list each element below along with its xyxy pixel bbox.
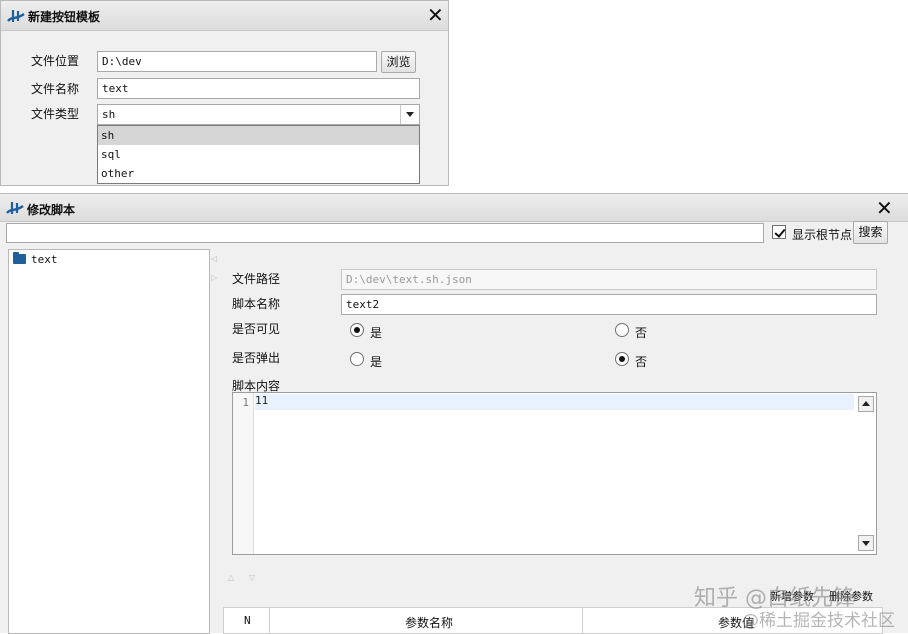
move-down-icon[interactable]: ▽	[249, 573, 255, 582]
type-option-other[interactable]: other	[98, 164, 419, 183]
col-n-header: N	[244, 614, 251, 627]
popup-no-radio[interactable]	[615, 352, 629, 366]
type-dropdown-list: sh sql other	[97, 125, 420, 184]
column-divider	[582, 608, 583, 633]
type-option-sh[interactable]: sh	[98, 126, 419, 145]
popup-no-label: 否	[635, 355, 648, 369]
script-name-input[interactable]: text2	[341, 294, 877, 315]
name-label: 文件名称	[31, 82, 80, 96]
edit-script-dialog: 修改脚本 ✕ 显示根节点 搜索 text ◁ ▷ 文件路径 D:\dev\tex…	[0, 193, 908, 634]
popup-yes-label: 是	[370, 355, 383, 369]
path-input: D:\dev\text.sh.json	[341, 269, 877, 290]
visible-yes-radio[interactable]	[350, 323, 364, 337]
col-param-name-header: 参数名称	[405, 616, 454, 630]
name-input[interactable]: text	[97, 78, 420, 99]
type-select[interactable]: sh	[97, 104, 420, 125]
editor-gutter: 1	[233, 393, 254, 554]
visible-no-label: 否	[635, 326, 648, 340]
watermark-juejin: @稀土掘金技术社区	[742, 611, 895, 631]
app-logo-icon	[7, 10, 25, 22]
visible-label: 是否可见	[232, 322, 281, 336]
app-logo-icon	[6, 202, 24, 214]
type-label: 文件类型	[31, 107, 80, 121]
dialog-titlebar: 修改脚本 ✕	[0, 194, 908, 222]
tree-search-input[interactable]	[6, 223, 764, 243]
popup-label: 是否弹出	[232, 351, 281, 365]
close-icon[interactable]: ✕	[427, 3, 444, 27]
chevron-down-icon[interactable]	[400, 105, 419, 124]
script-name-label: 脚本名称	[232, 297, 281, 311]
code-line[interactable]: 11	[255, 394, 854, 410]
scroll-down-icon[interactable]	[858, 535, 874, 551]
location-label: 文件位置	[31, 54, 80, 68]
script-tree: text	[8, 249, 210, 634]
folder-icon	[13, 252, 26, 264]
line-number: 1	[242, 396, 249, 409]
scroll-up-icon[interactable]	[858, 396, 874, 412]
visible-yes-label: 是	[370, 326, 383, 340]
search-button[interactable]: 搜索	[853, 221, 888, 244]
dialog-titlebar: 新建按钮模板 ✕	[1, 1, 448, 31]
close-icon[interactable]: ✕	[876, 196, 893, 220]
new-button-template-dialog: 新建按钮模板 ✕ 文件位置 D:\dev 浏览 文件名称 text 文件类型 s…	[0, 0, 449, 186]
path-label: 文件路径	[232, 272, 281, 286]
dialog-title: 修改脚本	[27, 203, 76, 217]
column-divider	[269, 608, 270, 633]
tree-item-label: text	[31, 253, 58, 266]
show-root-checkbox[interactable]	[772, 225, 786, 239]
tree-item[interactable]: text	[9, 250, 209, 270]
show-root-label: 显示根节点	[792, 228, 853, 242]
script-code-editor[interactable]: 1 11	[232, 392, 877, 555]
dialog-title: 新建按钮模板	[28, 10, 101, 24]
type-option-sql[interactable]: sql	[98, 145, 419, 164]
expand-arrow-icon[interactable]: ▷	[211, 273, 217, 282]
type-select-value: sh	[102, 108, 116, 121]
move-up-icon[interactable]: △	[228, 573, 234, 582]
browse-button[interactable]: 浏览	[381, 51, 416, 73]
location-input[interactable]: D:\dev	[97, 51, 377, 72]
visible-no-radio[interactable]	[615, 323, 629, 337]
popup-yes-radio[interactable]	[350, 352, 364, 366]
splitter-collapse-icon[interactable]: ◁	[211, 254, 217, 263]
